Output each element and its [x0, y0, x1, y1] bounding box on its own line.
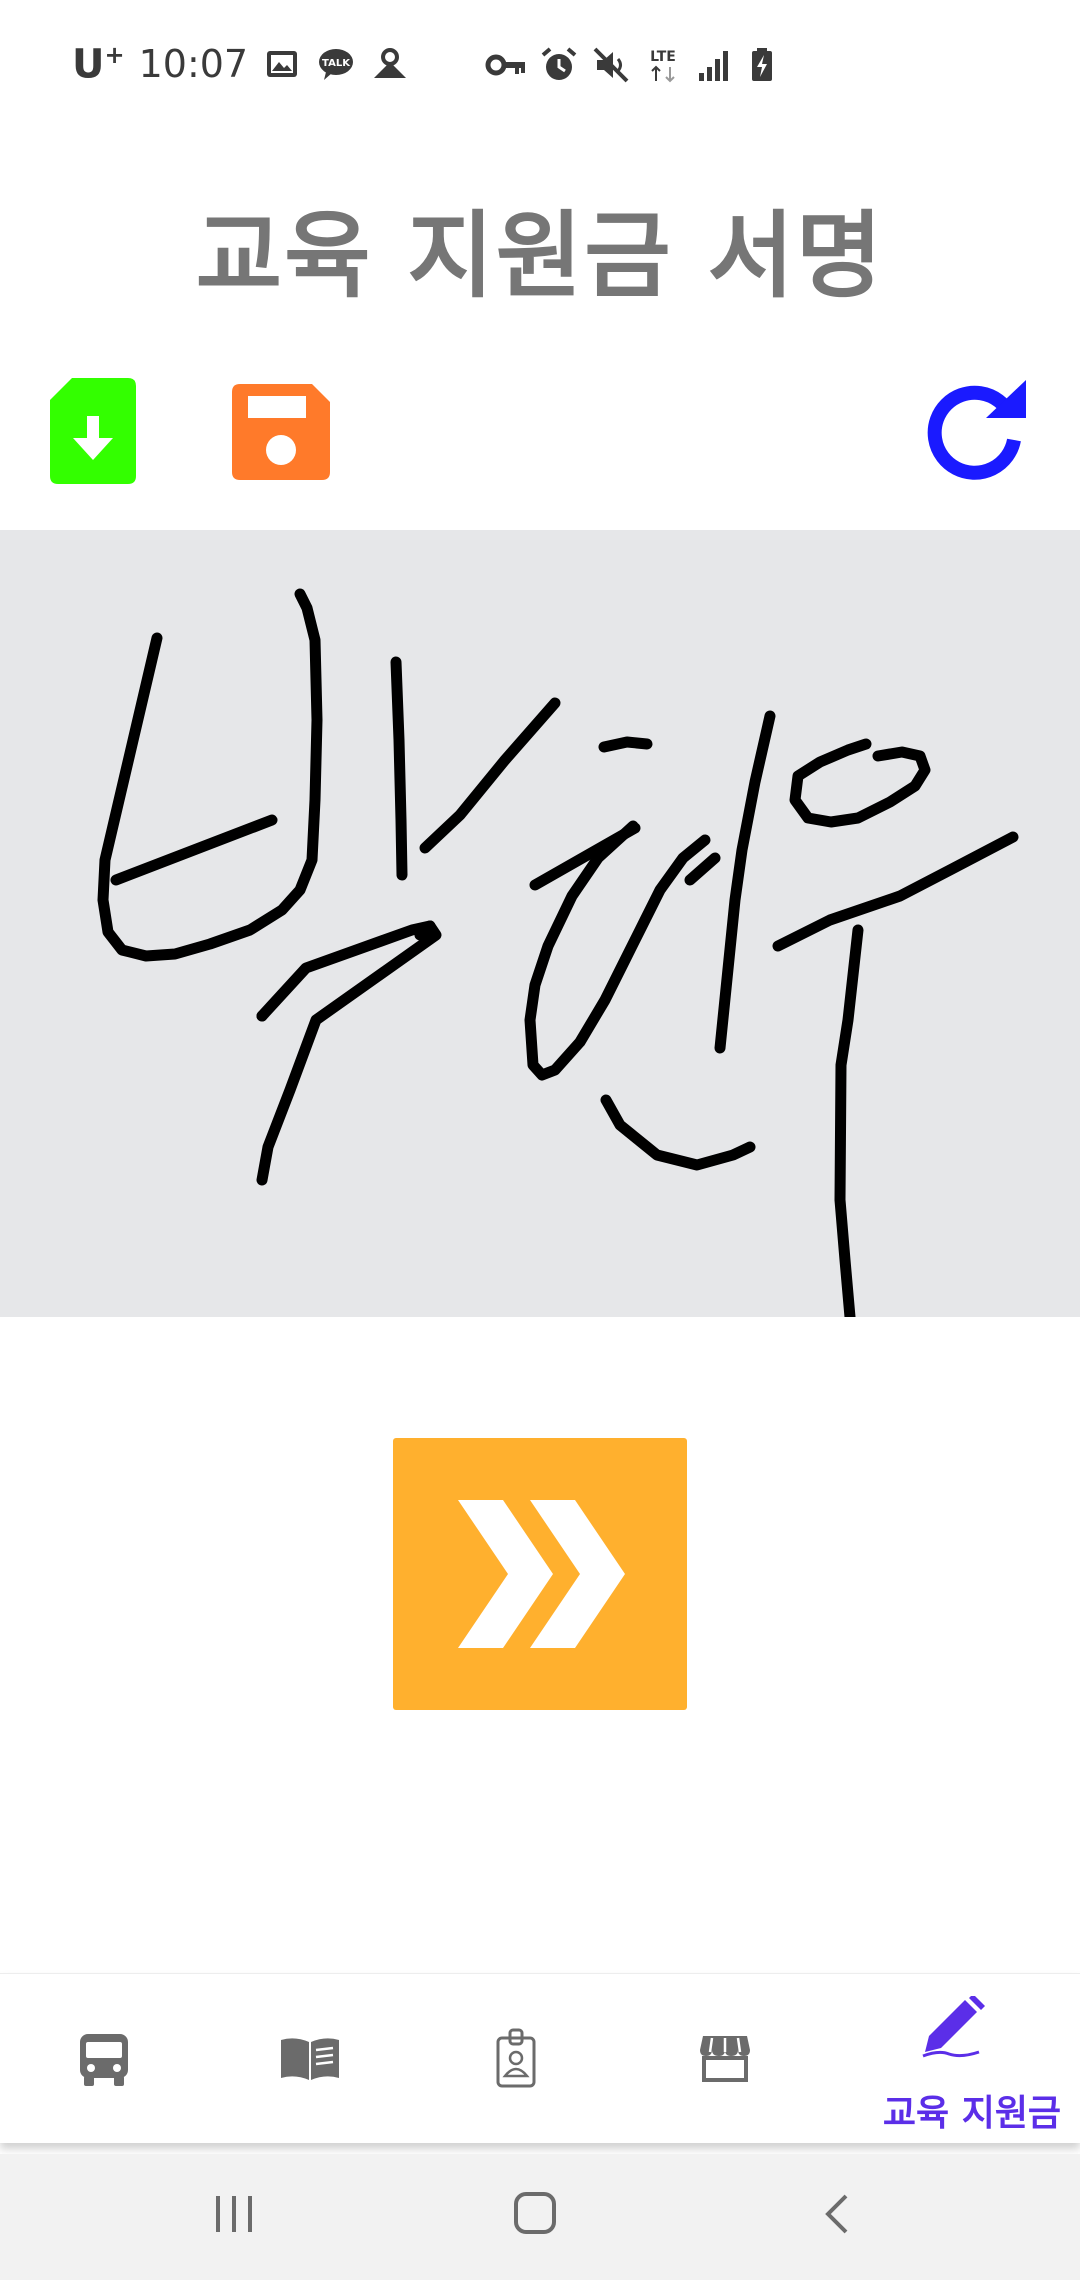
- back-icon[interactable]: [820, 2192, 852, 2236]
- nav-item-id-badge[interactable]: [432, 1974, 648, 2144]
- book-icon: [281, 2038, 339, 2080]
- nav-item-book[interactable]: [216, 1974, 432, 2144]
- bus-icon: [80, 2034, 128, 2086]
- status-left: U+ 10:07 TALK: [72, 36, 410, 92]
- clock: 10:07: [138, 42, 249, 86]
- svg-text:LTE: LTE: [650, 49, 676, 65]
- svg-text:TALK: TALK: [322, 58, 351, 69]
- export-button[interactable]: [50, 378, 136, 484]
- bottom-navigation: 교육 지원금: [0, 1973, 1080, 2143]
- gallery-icon: [267, 51, 298, 77]
- reset-button[interactable]: [924, 378, 1028, 482]
- battery-charging-icon: [752, 48, 772, 81]
- signature-strokes: [97, 588, 1019, 1317]
- file-download-icon: [50, 378, 136, 484]
- store-icon: [700, 2036, 750, 2082]
- nav-item-bus[interactable]: [0, 1974, 216, 2144]
- page-title: 교육 지원금 서명: [195, 202, 885, 311]
- status-right: LTE: [485, 40, 777, 90]
- refresh-icon: [927, 380, 1026, 480]
- id-badge-icon: [496, 2028, 536, 2088]
- nav-item-education-subsidy[interactable]: 교육 지원금: [864, 1974, 1080, 2144]
- floppy-save-icon: [232, 384, 330, 480]
- home-icon[interactable]: [512, 2190, 558, 2236]
- alarm-icon: [541, 47, 577, 80]
- nav-item-store[interactable]: [648, 1974, 864, 2144]
- status-bar: U+ 10:07 TALK LTE: [0, 0, 1080, 125]
- lte-icon: LTE: [650, 49, 676, 83]
- save-button[interactable]: [232, 384, 330, 480]
- pen-signature-icon: [922, 1996, 985, 2058]
- vpn-key-icon: [485, 54, 525, 76]
- next-button[interactable]: [393, 1438, 687, 1710]
- double-chevron-right-icon: [458, 1500, 625, 1648]
- kakaotalk-icon: TALK: [319, 49, 354, 80]
- carrier-label: U+: [72, 40, 125, 88]
- signature-pad[interactable]: [0, 530, 1080, 1317]
- system-navigation-bar: [0, 2154, 1080, 2280]
- app-notification-icon: [374, 48, 407, 78]
- nav-label-education-subsidy: 교육 지원금: [882, 2093, 1062, 2134]
- recent-apps-icon[interactable]: [212, 2194, 256, 2234]
- signal-icon: [699, 51, 728, 81]
- mute-icon: [593, 47, 629, 83]
